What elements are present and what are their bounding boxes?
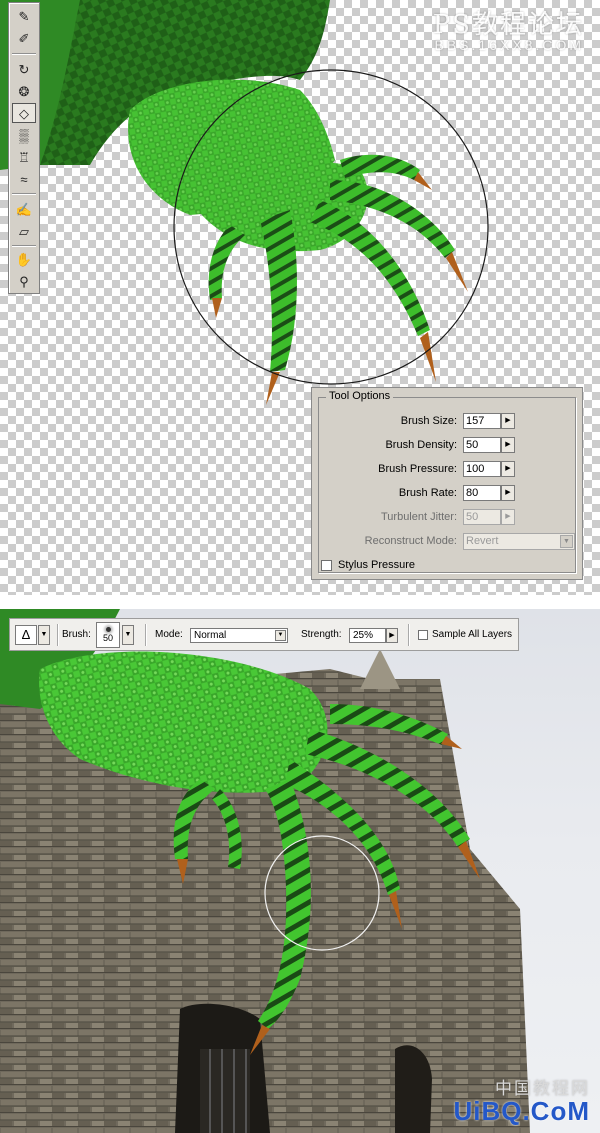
strength-arrow-icon[interactable]: ▶	[386, 628, 398, 643]
panel-divider	[0, 595, 600, 609]
document-canvas[interactable]: Δ ▼ Brush: 50 ▼ Mode: Normal ▼ Strength:…	[0, 609, 600, 1133]
brush-rate-row: Brush Rate: 80 ▶	[312, 485, 584, 503]
mode-value: Normal	[194, 630, 227, 641]
brush-density-row: Brush Density: 50 ▶	[312, 437, 584, 455]
sample-all-layers-label: Sample All Layers	[432, 629, 513, 640]
tool-options-title: Tool Options	[326, 390, 394, 402]
watermark-top-line1: PS教程论坛	[432, 10, 584, 40]
brush-pressure-row: Brush Pressure: 100 ▶	[312, 461, 584, 479]
brush-chevron-icon[interactable]: ▼	[122, 625, 134, 645]
pucker-icon[interactable]: ❂	[12, 81, 36, 101]
brush-density-arrow-icon[interactable]: ▶	[501, 437, 515, 453]
watermark-bottom: 中国教程网 UiBQ.CoM	[453, 1074, 590, 1127]
mode-label: Mode:	[155, 629, 183, 640]
lizard-castle-image	[0, 609, 530, 1133]
turbulent-jitter-arrow-icon[interactable]: ▶	[501, 509, 515, 525]
brush-rate-input[interactable]: 80	[463, 485, 501, 501]
strength-label: Strength:	[301, 629, 342, 640]
options-bar: Δ ▼ Brush: 50 ▼ Mode: Normal ▼ Strength:…	[9, 618, 519, 651]
push-left-icon[interactable]: ▒	[12, 125, 36, 145]
watermark-top: PS教程论坛 BBS.16XX8.COM	[433, 4, 584, 53]
mode-select[interactable]: Normal ▼	[190, 628, 288, 643]
liquify-toolbox: ✎ ✐ ↻ ❂ ◇ ▒ ♖ ≈ ✍ ▱ ✋ ⚲	[8, 2, 40, 294]
thaw-mask-icon[interactable]: ▱	[12, 221, 36, 241]
brush-picker[interactable]: 50	[96, 622, 120, 648]
sample-all-layers-checkbox[interactable]	[418, 630, 428, 640]
stylus-pressure-label: Stylus Pressure	[338, 559, 416, 571]
strength-input[interactable]: 25%	[349, 628, 386, 643]
tool-options-panel: Tool Options Brush Size: 157 ▶ Brush Den…	[311, 387, 583, 580]
tool-preset-chevron-icon[interactable]: ▼	[38, 625, 50, 645]
reconstruct-mode-row: Reconstruct Mode: Revert ▼	[312, 533, 584, 551]
hand-icon[interactable]: ✋	[12, 249, 36, 269]
reconstruct-mode-value: Revert	[466, 535, 499, 547]
smudge-tool-icon[interactable]: Δ	[15, 625, 37, 645]
reconstruct-mode-label: Reconstruct Mode:	[364, 535, 457, 547]
zoom-icon[interactable]: ⚲	[12, 271, 36, 291]
brush-size-arrow-icon[interactable]: ▶	[501, 413, 515, 429]
brush-size-input[interactable]: 157	[463, 413, 501, 429]
reconstruct-icon[interactable]: ✐	[12, 28, 36, 48]
stylus-pressure-checkbox[interactable]	[321, 560, 332, 571]
brush-rate-label: Brush Rate:	[398, 487, 457, 499]
brush-size-label: Brush Size:	[400, 415, 457, 427]
forward-warp-icon[interactable]: ✎	[12, 6, 36, 26]
brush-tip-icon	[105, 627, 111, 632]
watermark-bottom-line2: UiBQ.CoM	[453, 1096, 590, 1126]
brush-pressure-input[interactable]: 100	[463, 461, 501, 477]
twirl-icon[interactable]: ↻	[12, 59, 36, 79]
brush-rate-arrow-icon[interactable]: ▶	[501, 485, 515, 501]
brush-size-value: 50	[102, 633, 113, 643]
turbulent-jitter-row: Turbulent Jitter: 50 ▶	[312, 509, 584, 527]
bloat-icon[interactable]: ◇	[12, 103, 36, 123]
turbulence-icon[interactable]: ≈	[12, 169, 36, 189]
freeze-mask-icon[interactable]: ✍	[12, 199, 36, 219]
liquify-canvas[interactable]: PS教程论坛 BBS.16XX8.COM ✎ ✐ ↻ ❂ ◇ ▒ ♖ ≈ ✍ ▱…	[0, 0, 600, 595]
turbulent-jitter-input[interactable]: 50	[463, 509, 501, 525]
brush-pressure-label: Brush Pressure:	[378, 463, 457, 475]
turbulent-jitter-label: Turbulent Jitter:	[380, 511, 457, 523]
brush-size-row: Brush Size: 157 ▶	[312, 413, 584, 431]
brush-density-input[interactable]: 50	[463, 437, 501, 453]
brush-pressure-arrow-icon[interactable]: ▶	[501, 461, 515, 477]
chevron-down-icon: ▼	[560, 535, 573, 548]
brush-density-label: Brush Density:	[385, 439, 457, 451]
brush-label: Brush:	[62, 629, 91, 640]
watermark-top-line2: BBS.16XX8.COM	[434, 37, 584, 53]
mode-chevron-icon: ▼	[275, 630, 286, 641]
mirror-icon[interactable]: ♖	[12, 147, 36, 167]
reconstruct-mode-select[interactable]: Revert ▼	[463, 533, 575, 550]
